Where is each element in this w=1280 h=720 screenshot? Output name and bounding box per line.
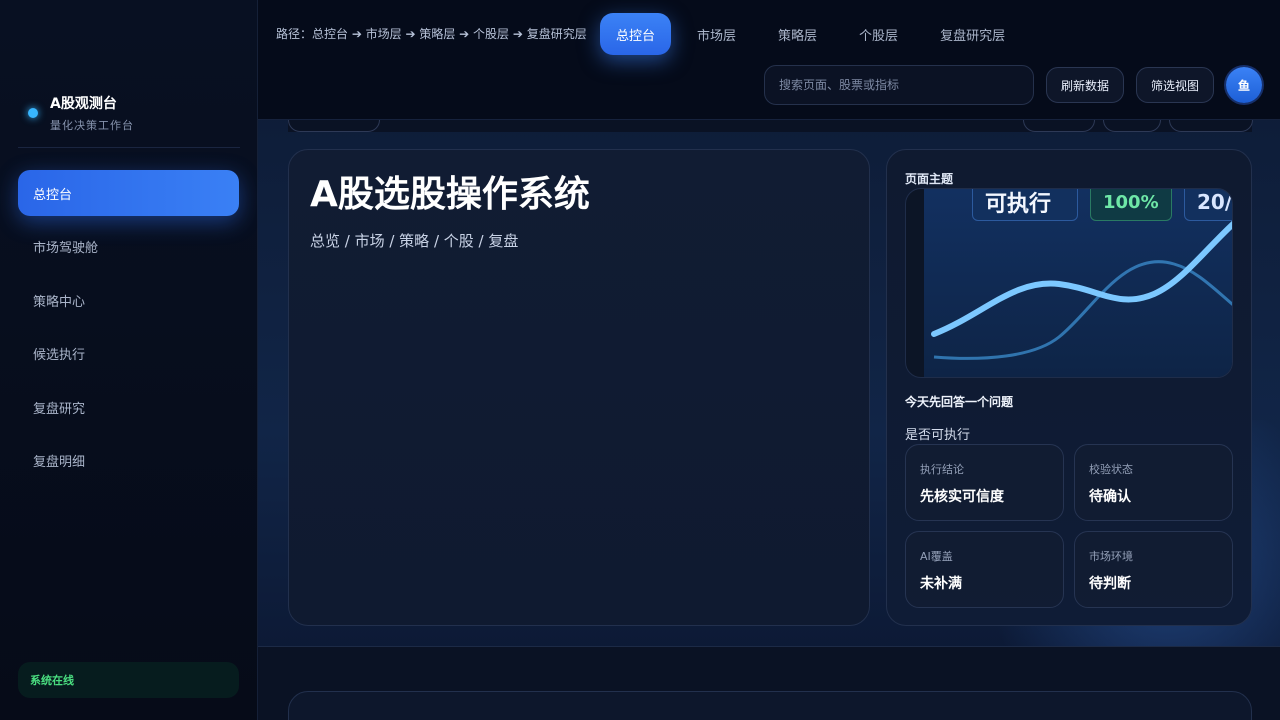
stat-value: 先核实可信度 bbox=[920, 489, 1004, 505]
question-answer: 是否可执行 bbox=[905, 428, 971, 443]
page-title: A股选股操作系统 bbox=[310, 174, 590, 215]
topbar: 路径：总控台 ➔ 市场层 ➔ 策略层 ➔ 个股层 ➔ 复盘研究层 总控台 市场层… bbox=[258, 0, 1280, 120]
avatar[interactable]: 鱼 bbox=[1226, 67, 1262, 103]
brand-status-dot-icon bbox=[28, 108, 38, 118]
sidebar: A股观测台 量化决策工作台 总控台 市场驾驶舱 策略中心 候选执行 复盘研究 复… bbox=[0, 0, 258, 720]
sidebar-item-candidate-execution[interactable]: 候选执行 bbox=[18, 331, 239, 377]
next-section-card bbox=[288, 691, 1252, 720]
question-heading: 今天先回答一个问题 bbox=[905, 395, 1014, 409]
theme-preview-image: 可执行 100% 20/20 bbox=[905, 188, 1233, 378]
stat-label: AI覆盖 bbox=[920, 550, 953, 563]
page-subtitle: 总览 / 市场 / 策略 / 个股 / 复盘 bbox=[310, 232, 519, 250]
stat-card-verification: 校验状态 待确认 bbox=[1074, 444, 1233, 521]
theme-panel: 页面主题 可执行 100% 20/20 今天先回答一个问题 是否可执行 执行结论… bbox=[886, 149, 1252, 626]
stat-card-ai-coverage: AI覆盖 未补满 bbox=[905, 531, 1064, 608]
sidebar-nav: 总控台 市场驾驶舱 策略中心 候选执行 复盘研究 复盘明细 bbox=[18, 170, 239, 491]
filter-view-button[interactable]: 筛选视图 bbox=[1136, 67, 1215, 103]
sidebar-item-market-cockpit[interactable]: 市场驾驶舱 bbox=[18, 224, 239, 270]
tab-strategy-layer[interactable]: 策略层 bbox=[762, 13, 833, 55]
breadcrumb: 路径：总控台 ➔ 市场层 ➔ 策略层 ➔ 个股层 ➔ 复盘研究层 bbox=[276, 27, 587, 41]
layer-tabs: 总控台 市场层 策略层 个股层 复盘研究层 bbox=[600, 13, 1031, 55]
refresh-data-button[interactable]: 刷新数据 bbox=[1046, 67, 1125, 103]
hero-card: A股选股操作系统 总览 / 市场 / 策略 / 个股 / 复盘 bbox=[288, 149, 870, 626]
tab-dashboard[interactable]: 总控台 bbox=[600, 13, 672, 55]
stat-card-market-environment: 市场环境 待判断 bbox=[1074, 531, 1233, 608]
stat-label: 校验状态 bbox=[1089, 463, 1133, 476]
system-status-badge: 系统在线 bbox=[18, 662, 239, 698]
tab-review-layer[interactable]: 复盘研究层 bbox=[924, 13, 1021, 55]
stat-value: 待确认 bbox=[1089, 489, 1131, 505]
stat-card-execution: 执行结论 先核实可信度 bbox=[905, 444, 1064, 521]
sidebar-item-review-research[interactable]: 复盘研究 bbox=[18, 384, 239, 430]
stat-value: 待判断 bbox=[1089, 576, 1131, 592]
panel-label: 页面主题 bbox=[905, 172, 954, 186]
brand: A股观测台 量化决策工作台 bbox=[28, 94, 134, 133]
search-input[interactable] bbox=[764, 65, 1034, 105]
brand-title: A股观测台 bbox=[50, 96, 117, 112]
stat-label: 执行结论 bbox=[920, 463, 964, 476]
sidebar-item-dashboard[interactable]: 总控台 bbox=[18, 170, 239, 216]
sidebar-item-review-details[interactable]: 复盘明细 bbox=[18, 438, 239, 484]
stat-label: 市场环境 bbox=[1089, 550, 1133, 563]
sidebar-item-strategy-center[interactable]: 策略中心 bbox=[18, 277, 239, 323]
tab-market-layer[interactable]: 市场层 bbox=[681, 13, 752, 55]
preview-trend-lines bbox=[931, 220, 1232, 360]
tab-stock-layer[interactable]: 个股层 bbox=[843, 13, 914, 55]
sidebar-divider bbox=[18, 147, 240, 148]
stat-value: 未补满 bbox=[920, 576, 962, 592]
preview-canvas: 可执行 100% 20/20 bbox=[924, 189, 1232, 377]
brand-subtitle: 量化决策工作台 bbox=[50, 119, 134, 132]
